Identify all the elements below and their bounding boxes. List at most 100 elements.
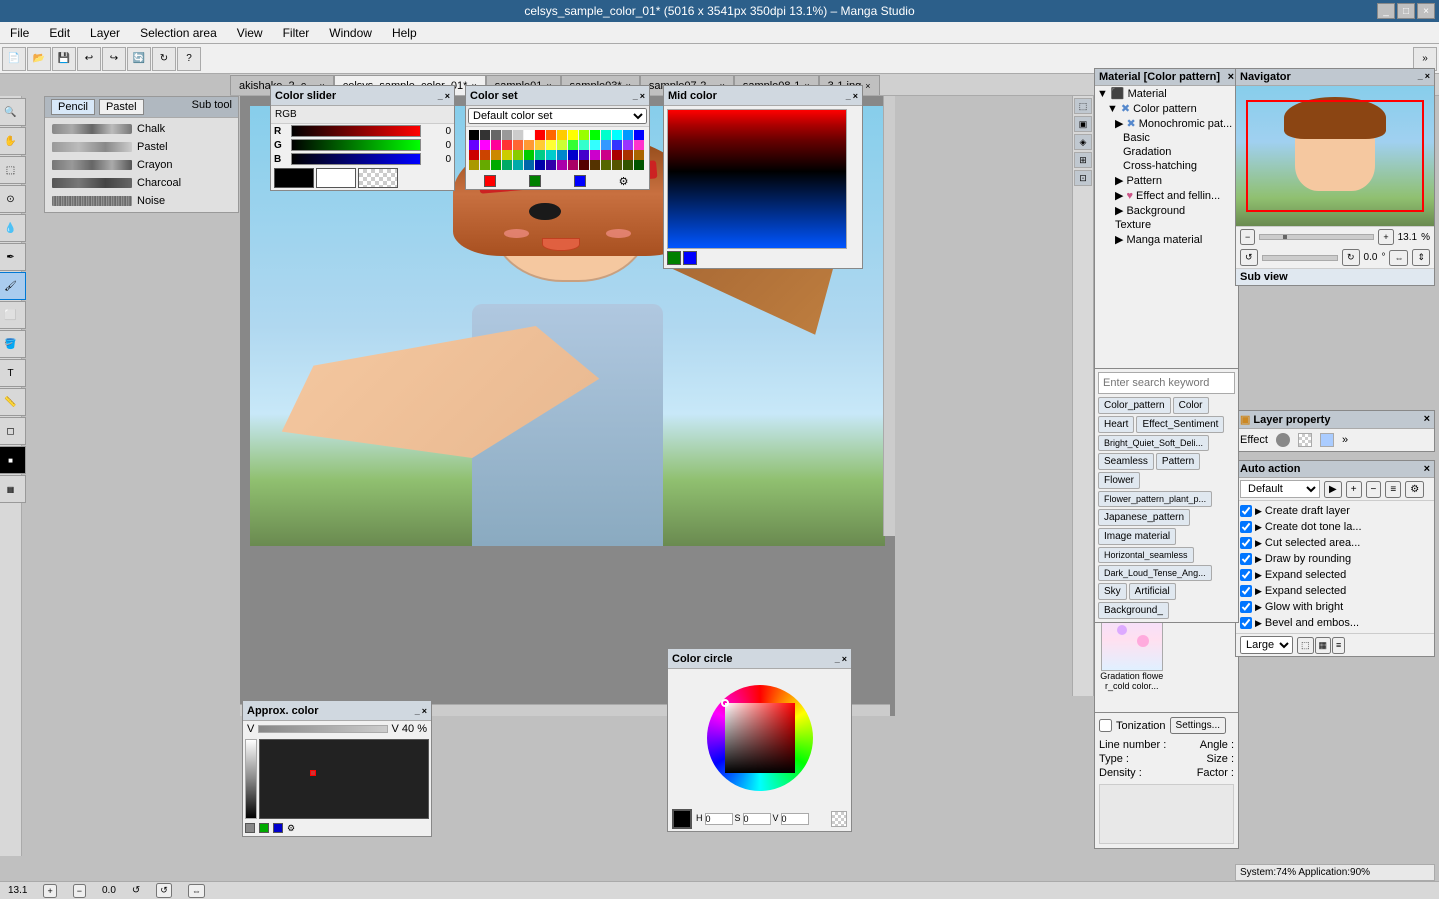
approx-grid[interactable] [259, 739, 429, 819]
layer-prop-close[interactable]: × [1424, 413, 1430, 426]
color-cell[interactable] [612, 140, 622, 150]
thumb-grad-item[interactable]: Gradation flower_cold color... [1099, 609, 1165, 715]
tag-seamless[interactable]: Seamless [1098, 453, 1154, 470]
sat-input[interactable] [743, 813, 771, 825]
color-cell[interactable] [513, 130, 523, 140]
rotate-left-btn[interactable]: ↺ [1240, 249, 1258, 266]
right-icon-5[interactable]: ⊡ [1074, 170, 1092, 186]
expand-btn[interactable]: » [1413, 47, 1437, 71]
rotate-cw-btn[interactable]: ↻ [152, 47, 176, 71]
flip-btn[interactable]: ⇕ [1412, 249, 1430, 266]
foreground-color[interactable] [274, 168, 314, 188]
color-cell[interactable] [524, 160, 534, 170]
tree-basic[interactable]: Basic [1095, 131, 1238, 145]
tag-color-pattern[interactable]: Color_pattern [1098, 397, 1171, 414]
close-tab-31jpg[interactable]: × [865, 81, 870, 91]
nav-close[interactable]: × [1425, 71, 1430, 83]
status-rotate-btn[interactable]: ↺ [156, 883, 172, 898]
color-cell[interactable] [502, 130, 512, 140]
action-check-cut[interactable] [1240, 537, 1252, 549]
status-flip-btn[interactable]: ⇔ [188, 884, 205, 898]
color-cell[interactable] [568, 150, 578, 160]
color-cell[interactable] [535, 130, 545, 140]
color-set-menu[interactable]: ⚙ [619, 175, 631, 187]
action-expand-selected-1[interactable]: ▶ Expand selected [1238, 567, 1432, 583]
tool-eyedrop[interactable]: 💧 [0, 214, 26, 242]
tag-dark[interactable]: Dark_Loud_Tense_Ang... [1098, 565, 1212, 581]
color-cell[interactable] [623, 140, 633, 150]
menu-help[interactable]: Help [386, 24, 423, 42]
action-expand-tone[interactable]: ▶ [1255, 522, 1262, 533]
action-icon-3[interactable]: ≡ [1332, 637, 1345, 654]
pastel-tab[interactable]: Pastel [99, 99, 144, 115]
blue-slider[interactable] [291, 153, 421, 165]
tag-japanese[interactable]: Japanese_pattern [1098, 509, 1190, 526]
color-cell[interactable] [623, 160, 633, 170]
color-cell[interactable] [590, 150, 600, 160]
tool-pattern[interactable]: ▦ [0, 475, 26, 503]
tag-image-material[interactable]: Image material [1098, 528, 1176, 545]
color-cell[interactable] [601, 140, 611, 150]
auto-action-close[interactable]: × [1424, 463, 1430, 475]
action-delete-btn[interactable]: − [1366, 481, 1382, 498]
color-cell[interactable] [491, 150, 501, 160]
tool-ruler[interactable]: 📏 [0, 388, 26, 416]
right-icon-1[interactable]: ⬚ [1074, 98, 1092, 114]
action-expand-round[interactable]: ▶ [1255, 554, 1262, 565]
action-create-tone[interactable]: ▶ Create dot tone la... [1238, 519, 1432, 535]
approx-v-slider[interactable] [245, 739, 257, 819]
tree-gradation[interactable]: Gradation [1095, 145, 1238, 159]
tag-flower-pattern[interactable]: Flower_pattern_plant_p... [1098, 491, 1212, 507]
effect-pattern-btn[interactable] [1298, 433, 1312, 447]
tool-lasso[interactable]: ⊙ [0, 185, 26, 213]
color-cell[interactable] [480, 130, 490, 140]
window-controls[interactable]: _ □ × [1377, 3, 1435, 19]
color-cell[interactable] [502, 150, 512, 160]
menu-layer[interactable]: Layer [84, 24, 126, 42]
color-circle-close[interactable]: × [842, 654, 847, 664]
action-cut-selected[interactable]: ▶ Cut selected area... [1238, 535, 1432, 551]
tag-background[interactable]: Background_ [1098, 602, 1169, 619]
action-expand-selected-2[interactable]: ▶ Expand selected [1238, 583, 1432, 599]
tree-texture[interactable]: Texture [1095, 218, 1238, 232]
zoom-out-btn[interactable]: − [1240, 229, 1255, 245]
pencil-tab[interactable]: Pencil [51, 99, 95, 115]
action-icon-1[interactable]: ⬚ [1297, 637, 1314, 654]
color-set-close[interactable]: × [640, 91, 645, 101]
color-cell[interactable] [557, 140, 567, 150]
tree-pattern[interactable]: ▶ Pattern [1095, 173, 1238, 188]
color-cell[interactable] [513, 160, 523, 170]
zoom-slider[interactable] [1259, 234, 1374, 240]
tool-view[interactable]: 🔍 [0, 98, 26, 126]
color-set-dropdown[interactable]: Default color set [468, 108, 647, 124]
color-cell[interactable] [535, 140, 545, 150]
color-cell[interactable] [590, 140, 600, 150]
tag-sky[interactable]: Sky [1098, 583, 1127, 600]
tool-color-box[interactable]: ■ [0, 446, 26, 474]
tree-material[interactable]: ▼ ⬛ Material [1095, 86, 1238, 101]
color-cell[interactable] [557, 160, 567, 170]
approx-close[interactable]: × [422, 706, 427, 716]
color-wheel-container[interactable] [695, 673, 825, 803]
red-slider[interactable] [291, 125, 421, 137]
status-zoom-out[interactable]: − [73, 884, 86, 898]
color-cell[interactable] [491, 140, 501, 150]
menu-selection[interactable]: Selection area [134, 24, 223, 42]
tree-manga[interactable]: ▶ Manga material [1095, 232, 1238, 247]
canvas-vscroll[interactable] [883, 96, 895, 536]
color-cell[interactable] [579, 140, 589, 150]
color-set-minimize[interactable]: _ [633, 91, 638, 101]
color-slider-close[interactable]: × [445, 91, 450, 101]
maximize-button[interactable]: □ [1397, 3, 1415, 19]
color-cell[interactable] [612, 130, 622, 140]
color-cell[interactable] [535, 160, 545, 170]
green-slider[interactable] [291, 139, 421, 151]
approx-slider[interactable] [258, 725, 387, 733]
color-cell[interactable] [568, 140, 578, 150]
mid-color-gradient[interactable] [667, 109, 847, 249]
color-cell[interactable] [480, 150, 490, 160]
tool-shape[interactable]: ◻ [0, 417, 26, 445]
color-cell[interactable] [546, 140, 556, 150]
color-cell[interactable] [612, 150, 622, 160]
tool-select[interactable]: ⬚ [0, 156, 26, 184]
